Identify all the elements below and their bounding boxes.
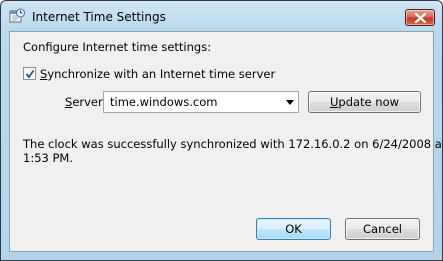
chevron-down-icon[interactable] xyxy=(286,100,294,105)
window-title: Internet Time Settings xyxy=(32,10,166,24)
configure-heading: Configure Internet time settings: xyxy=(23,40,212,54)
sync-status-line-1: The clock was successfully synchronized … xyxy=(23,137,443,151)
sync-label-rest: ynchronize with an Internet time server xyxy=(47,67,276,81)
internet-time-settings-dialog: Internet Time Settings Configure Interne… xyxy=(0,0,443,261)
ok-button[interactable]: OK xyxy=(256,218,331,240)
server-label-rest: erver: xyxy=(72,95,107,109)
checkmark-icon xyxy=(25,69,35,79)
dialog-client-area: Configure Internet time settings: Synchr… xyxy=(9,31,443,252)
sync-checkbox[interactable] xyxy=(23,67,36,80)
cancel-button[interactable]: Cancel xyxy=(345,218,420,240)
server-label: Server: xyxy=(65,95,106,109)
close-icon xyxy=(415,13,426,23)
server-combobox[interactable]: time.windows.com xyxy=(103,91,299,113)
server-value[interactable]: time.windows.com xyxy=(110,95,217,109)
close-button[interactable] xyxy=(405,9,435,26)
update-label-rest: pdate now xyxy=(338,95,400,109)
update-now-button[interactable]: Update now xyxy=(308,91,421,113)
sync-checkbox-label[interactable]: Synchronize with an Internet time server xyxy=(40,67,275,81)
clock-calendar-icon xyxy=(9,8,25,24)
title-bar[interactable]: Internet Time Settings xyxy=(1,1,442,31)
sync-status-line-2: 1:53 PM. xyxy=(23,151,73,165)
